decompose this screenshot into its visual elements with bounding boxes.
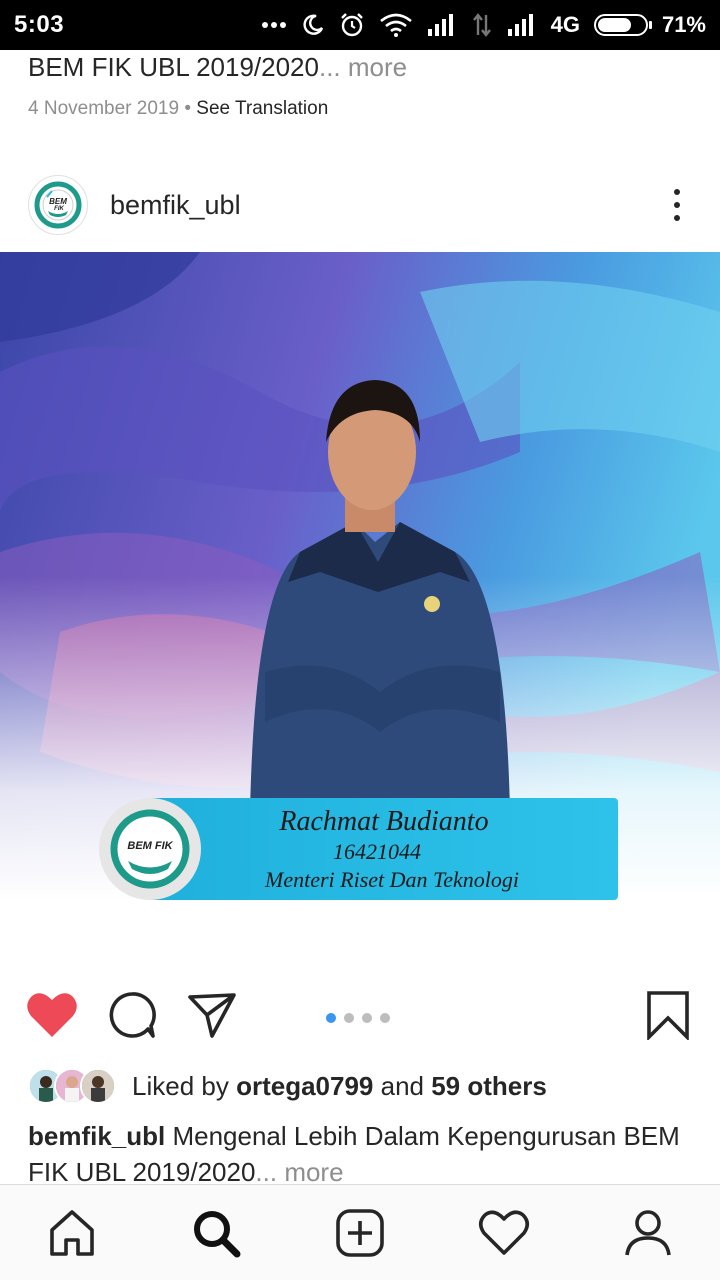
post-options-icon[interactable] [662, 185, 692, 225]
post-header: BEM FIK bemfik_ubl [0, 160, 720, 250]
previous-caption-more-link[interactable]: ... more [319, 52, 407, 82]
name-banner: Rachmat Budianto 16421044 Menteri Riset … [99, 798, 618, 900]
add-post-icon[interactable] [330, 1203, 390, 1263]
likes-others-count[interactable]: 59 others [431, 1071, 547, 1101]
signal-icon-2 [507, 13, 537, 37]
svg-text:FIK: FIK [54, 206, 64, 212]
likes-middle: and [373, 1070, 432, 1101]
status-time: 5:03 [14, 11, 65, 38]
status-bar: 5:03 4G 71% [0, 0, 720, 50]
previous-post-meta: 4 November 2019 • See Translation [28, 98, 328, 120]
caption-username[interactable]: bemfik_ubl [28, 1121, 165, 1151]
post-caption: bemfik_ubl Mengenal Lebih Dalam Kepengur… [28, 1118, 708, 1190]
bottom-navigation [0, 1184, 720, 1280]
liker-avatars [28, 1068, 116, 1104]
post-username[interactable]: bemfik_ubl [110, 190, 241, 221]
banner-role: Menteri Riset Dan Teknologi [264, 867, 519, 892]
avatar [80, 1068, 116, 1104]
avatar[interactable]: BEM FIK [28, 175, 88, 235]
pager-dot [326, 1013, 336, 1023]
carousel-pager [326, 1013, 390, 1023]
banner-name: Rachmat Budianto [278, 806, 488, 837]
moon-icon [301, 13, 325, 37]
previous-caption-text: BEM FIK UBL 2019/2020 [28, 52, 319, 82]
alarm-icon [339, 12, 365, 38]
post-photo: Rachmat Budianto 16421044 Menteri Riset … [0, 252, 720, 972]
bookmark-icon[interactable] [640, 985, 696, 1045]
battery-percent: 71% [661, 12, 706, 37]
battery-icon [593, 14, 652, 36]
data-arrows-icon [471, 13, 493, 37]
bem-fik-logo-icon: BEM FIK [32, 179, 84, 231]
meta-separator: • [179, 98, 197, 119]
see-translation-link[interactable]: See Translation [196, 98, 328, 119]
like-heart-icon[interactable] [24, 985, 80, 1045]
caption-more-link[interactable]: ... more [255, 1157, 343, 1187]
home-icon[interactable] [42, 1203, 102, 1263]
likes-prefix: Liked by [132, 1070, 237, 1101]
search-icon[interactable] [186, 1203, 246, 1263]
activity-heart-icon[interactable] [474, 1203, 534, 1263]
profile-icon[interactable] [618, 1203, 678, 1263]
pager-dot [380, 1013, 390, 1023]
more-dots-icon [261, 21, 287, 29]
comment-icon[interactable] [104, 985, 160, 1045]
post-actions [0, 985, 720, 1049]
likes-row[interactable]: Liked by ortega0799 and 59 others [28, 1066, 547, 1106]
svg-text:BEM: BEM [49, 197, 67, 206]
previous-post-caption: BEM FIK UBL 2019/2020... more [28, 52, 407, 83]
post-image[interactable]: Rachmat Budianto 16421044 Menteri Riset … [0, 252, 720, 972]
pager-dot [362, 1013, 372, 1023]
banner-id: 16421044 [333, 839, 421, 864]
banner-logo-text: BEM FIK [127, 840, 173, 852]
previous-post-date: 4 November 2019 [28, 98, 180, 119]
liker-username[interactable]: ortega0799 [236, 1071, 373, 1101]
network-type: 4G [550, 12, 580, 37]
pager-dot [344, 1013, 354, 1023]
wifi-icon [379, 13, 413, 37]
likes-text: Liked by ortega0799 and 59 others [132, 1071, 547, 1102]
share-icon[interactable] [184, 985, 240, 1045]
signal-icon [427, 13, 457, 37]
